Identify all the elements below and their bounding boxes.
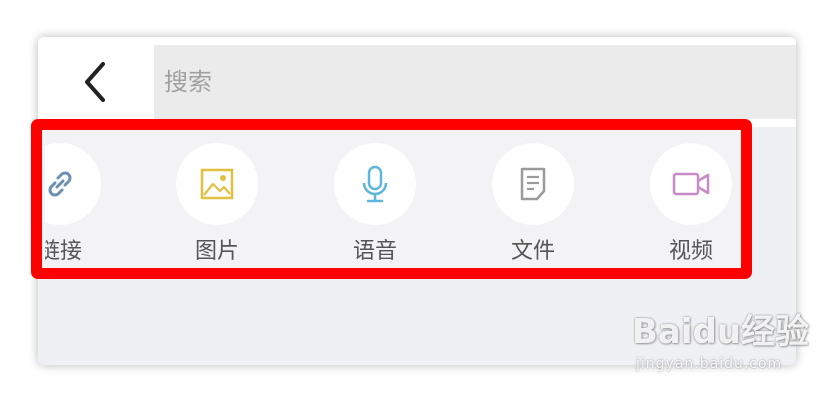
video-camera-icon xyxy=(672,172,710,196)
microphone-icon xyxy=(362,165,388,203)
tool-image-circle xyxy=(176,143,258,225)
tool-file-circle xyxy=(492,143,574,225)
attachment-toolbar: 链接 图片 语音 文件 视频 xyxy=(45,141,735,267)
tool-video-label: 视频 xyxy=(668,239,713,264)
tool-file[interactable]: 文件 xyxy=(473,141,593,267)
tool-voice-circle xyxy=(334,143,416,225)
tool-image[interactable]: 图片 xyxy=(157,141,277,267)
image-icon xyxy=(200,168,234,200)
tool-video[interactable]: 视频 xyxy=(631,141,735,267)
tool-link-label: 链接 xyxy=(45,239,82,264)
document-icon xyxy=(520,167,546,201)
tool-image-label: 图片 xyxy=(194,239,239,264)
back-button[interactable] xyxy=(38,37,154,127)
watermark-brand: Baidu经验 xyxy=(632,312,810,352)
watermark-url: jingyan.baidu.com xyxy=(636,356,783,372)
tool-voice-label: 语音 xyxy=(352,239,397,264)
tool-file-label: 文件 xyxy=(510,239,555,264)
top-bar xyxy=(38,37,796,127)
tool-video-circle xyxy=(650,143,732,225)
search-input[interactable] xyxy=(154,45,796,119)
tool-link-circle xyxy=(45,143,101,225)
baidu-watermark: Baidu经验 jingyan.baidu.com xyxy=(632,312,812,382)
tool-link[interactable]: 链接 xyxy=(45,141,120,267)
tool-voice[interactable]: 语音 xyxy=(315,141,435,267)
link-icon xyxy=(48,171,72,197)
chevron-left-icon xyxy=(85,62,105,102)
